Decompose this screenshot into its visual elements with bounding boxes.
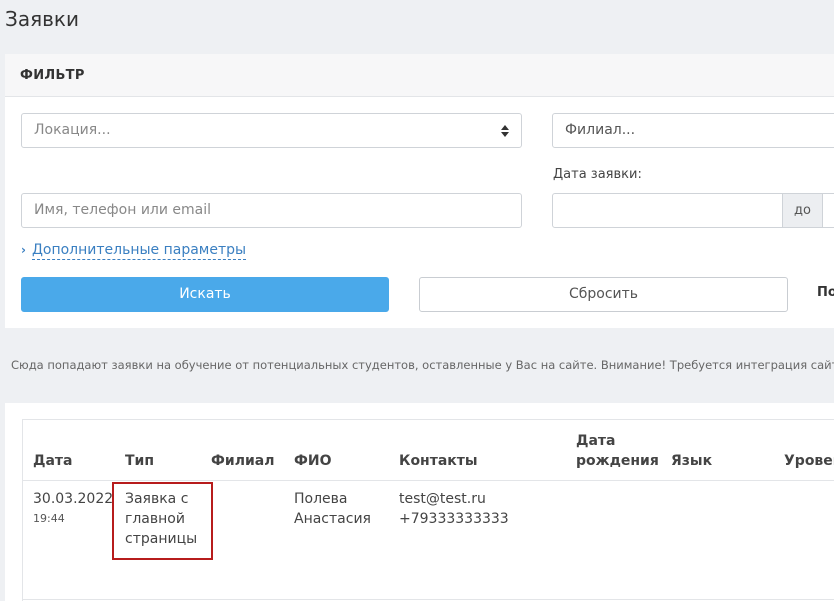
page-title: Заявки bbox=[5, 7, 79, 31]
page: Заявки ФИЛЬТР Локация... Филиал... Дата … bbox=[0, 0, 834, 601]
branch-select[interactable]: Филиал... bbox=[552, 113, 834, 148]
row-phone: +79333333333 bbox=[399, 511, 509, 527]
date-to-addon: до bbox=[782, 193, 823, 228]
row-date: 30.03.2022 bbox=[33, 491, 114, 507]
row-name-line2[interactable]: Анастасия bbox=[294, 509, 371, 529]
header-divider bbox=[23, 480, 834, 481]
col-date[interactable]: Дата bbox=[33, 451, 72, 471]
chevron-right-icon: › bbox=[21, 243, 26, 257]
select-arrows-icon bbox=[501, 123, 509, 139]
date-label: Дата заявки: bbox=[553, 167, 642, 182]
advanced-params-link[interactable]: › Дополнительные параметры bbox=[21, 242, 247, 260]
row-email: test@test.ru bbox=[399, 491, 486, 507]
search-input-placeholder: Имя, телефон или email bbox=[34, 202, 212, 218]
info-text: Сюда попадают заявки на обучение от поте… bbox=[11, 358, 834, 372]
search-input[interactable]: Имя, телефон или email bbox=[21, 193, 522, 228]
row-type-line1: Заявка с bbox=[125, 491, 189, 507]
col-language[interactable]: Язык bbox=[671, 451, 712, 471]
advanced-params-label: Дополнительные параметры bbox=[31, 242, 247, 260]
col-contacts[interactable]: Контакты bbox=[399, 451, 478, 471]
date-from-input[interactable] bbox=[552, 193, 783, 228]
col-level[interactable]: Уровень bbox=[784, 451, 834, 471]
row-name-line1[interactable]: Полева bbox=[294, 489, 347, 509]
search-button[interactable]: Искать bbox=[21, 277, 389, 312]
branch-select-placeholder: Филиал... bbox=[565, 122, 636, 138]
row-divider bbox=[23, 599, 834, 600]
date-to-input[interactable] bbox=[822, 193, 834, 228]
row-type-line3: страницы bbox=[125, 531, 198, 547]
col-branch[interactable]: Филиал bbox=[211, 451, 274, 471]
truncated-label: По bbox=[817, 285, 834, 300]
reset-button[interactable]: Сбросить bbox=[419, 277, 788, 312]
row-time: 19:44 bbox=[33, 512, 65, 525]
filter-header: ФИЛЬТР bbox=[5, 54, 834, 97]
filter-title: ФИЛЬТР bbox=[20, 68, 85, 83]
col-birthdate-line2[interactable]: рождения bbox=[576, 451, 659, 471]
col-birthdate-line1[interactable]: Дата bbox=[576, 431, 615, 451]
location-select[interactable]: Локация... bbox=[21, 113, 522, 148]
col-type[interactable]: Тип bbox=[125, 451, 154, 471]
date-range: до bbox=[552, 193, 834, 228]
requests-table-panel: Дата Тип Филиал ФИО Контакты Дата рожден… bbox=[5, 403, 834, 601]
col-name[interactable]: ФИО bbox=[294, 451, 332, 471]
location-select-placeholder: Локация... bbox=[34, 122, 111, 138]
row-type-line2: главной bbox=[125, 511, 185, 527]
requests-table: Дата Тип Филиал ФИО Контакты Дата рожден… bbox=[22, 419, 834, 601]
